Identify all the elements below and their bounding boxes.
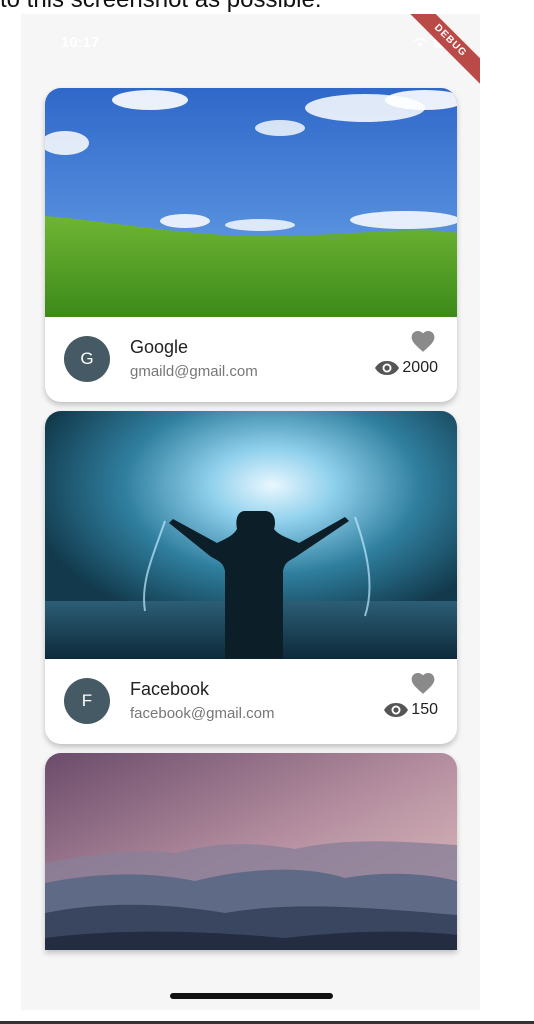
card-title: Facebook (130, 679, 210, 699)
card-email: facebook@gmail.com (130, 705, 275, 722)
card-title: Google (130, 337, 189, 357)
debug-ribbon: DEBUG (401, 14, 480, 90)
card-image-mountains (45, 753, 457, 950)
card-facebook[interactable]: F Facebook facebook@gmail.com 150 (45, 411, 457, 744)
heart-icon[interactable] (410, 329, 436, 353)
card-email: gmaild@gmail.com (130, 363, 258, 380)
heart-icon[interactable] (410, 671, 436, 695)
view-count: 150 (383, 701, 438, 719)
card-image-green-hill (45, 88, 457, 317)
phone-screen: 10:17 DEBUG G Google gmaild@gmail.com 20… (21, 14, 480, 1010)
card-google[interactable]: G Google gmaild@gmail.com 2000 (45, 88, 457, 402)
status-bar: 10:17 DEBUG (21, 14, 480, 90)
status-time: 10:17 (61, 34, 100, 51)
eye-icon (375, 361, 400, 375)
card-mountains[interactable] (45, 753, 457, 950)
avatar: F (64, 678, 110, 724)
caption-text: to this screenshot as possible: (0, 0, 534, 14)
home-indicator[interactable] (170, 993, 333, 999)
card-footer: G Google gmaild@gmail.com 2000 (45, 317, 457, 402)
card-image-man-water (45, 411, 457, 659)
wifi-icon (413, 38, 427, 47)
view-count: 2000 (374, 359, 438, 377)
view-count-value: 150 (411, 701, 438, 718)
avatar: G (64, 336, 110, 382)
card-footer: F Facebook facebook@gmail.com 150 (45, 659, 457, 744)
view-count-value: 2000 (402, 359, 438, 376)
eye-icon (384, 703, 409, 717)
